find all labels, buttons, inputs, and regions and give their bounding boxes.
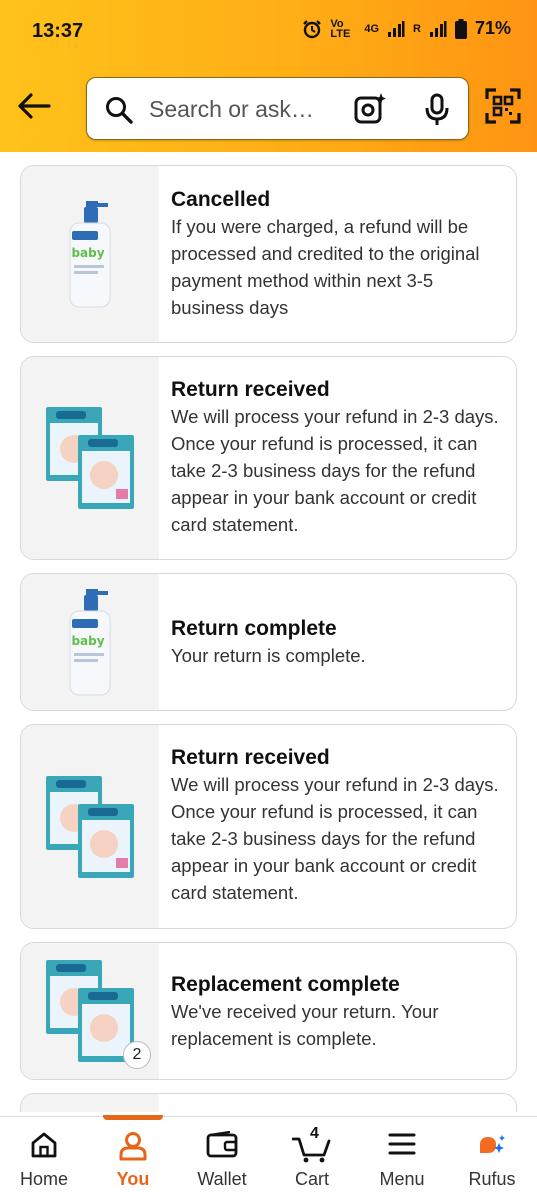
order-card[interactable]: baby Return complete Your return is comp… (20, 573, 517, 711)
nav-cart[interactable]: 4 Cart (268, 1117, 356, 1200)
product-image: baby (21, 166, 159, 342)
card-content: Return received We will process your ref… (171, 377, 504, 538)
rufus-icon (480, 1135, 505, 1153)
order-card[interactable]: baby Cancelled If you were charged, a re… (20, 165, 517, 343)
card-content: Replacement complete We've received your… (171, 972, 504, 1052)
cart-count: 4 (310, 1125, 319, 1142)
menu-icon (388, 1133, 416, 1155)
home-icon (31, 1132, 57, 1158)
roaming-label: R (413, 22, 421, 35)
returns-list: baby Cancelled If you were charged, a re… (0, 152, 537, 1112)
wallet-icon (206, 1131, 238, 1158)
microphone-icon[interactable] (424, 93, 450, 127)
moisturizer-bottle-image: baby (69, 589, 111, 696)
nav-label: Rufus (468, 1169, 516, 1189)
card-content: Return received We will process your ref… (171, 745, 504, 906)
search-input[interactable]: Search or ask… (149, 96, 314, 123)
network-4g-label: 4G (364, 22, 380, 35)
nav-you[interactable]: You (89, 1117, 177, 1200)
product-image (21, 357, 159, 559)
battery-percent: 71% (474, 18, 511, 38)
status-time: 13:37 (32, 20, 84, 42)
search-box[interactable]: Search or ask… (86, 77, 469, 140)
diaper-boxes-image (46, 775, 134, 878)
card-title: Cancelled (171, 188, 271, 211)
user-icon (119, 1132, 147, 1161)
quantity-badge: 2 (123, 1041, 151, 1069)
status-icons: Vo LTE 4G R 71% (302, 18, 511, 39)
camera-lens-icon[interactable] (353, 92, 387, 126)
card-title: Return complete (171, 617, 337, 640)
signal-icon (388, 20, 405, 37)
order-card[interactable]: Return received We will process your ref… (20, 356, 517, 560)
card-text: We will process your refund in 2-3 days.… (171, 406, 499, 535)
diaper-boxes-image (46, 407, 134, 509)
card-content: Cancelled If you were charged, a refund … (171, 187, 504, 321)
svg-text:baby: baby (71, 246, 104, 260)
status-bar: 13:37 Vo LTE 4G R 71% (0, 0, 537, 64)
nav-label: Cart (294, 1169, 329, 1189)
alarm-icon (303, 19, 322, 38)
nav-label: You (116, 1169, 150, 1189)
nav-label: Home (19, 1169, 68, 1189)
volte-label: Vo LTE (330, 17, 351, 40)
app-header: 13:37 Vo LTE 4G R 71% Search or ask… (0, 0, 537, 152)
order-card[interactable]: Return received We will process your ref… (20, 724, 517, 929)
nav-rufus[interactable]: Rufus (448, 1117, 536, 1200)
product-image: 2 (21, 943, 159, 1079)
nav-label: Wallet (197, 1169, 247, 1189)
moisturizer-bottle-image: baby (69, 201, 111, 308)
svg-text:baby: baby (71, 634, 104, 648)
product-image (21, 1094, 159, 1112)
product-image: baby (21, 574, 159, 710)
nav-label: Menu (379, 1169, 425, 1189)
bottom-navigation: Home You Wallet 4 Cart Menu Rufus (0, 1115, 537, 1200)
card-text: If you were charged, a refund will be pr… (171, 216, 480, 318)
card-text: Your return is complete. (171, 645, 366, 666)
card-title: Return received (171, 746, 330, 769)
nav-home[interactable]: Home (0, 1117, 88, 1200)
qr-scan-icon[interactable] (485, 88, 521, 124)
signal-icon-2 (429, 20, 447, 37)
order-card-partial[interactable] (20, 1093, 517, 1112)
back-arrow-icon (18, 93, 51, 119)
card-content: Return complete Your return is complete. (171, 616, 504, 669)
back-button[interactable] (16, 88, 52, 124)
nav-wallet[interactable]: Wallet (178, 1117, 266, 1200)
card-text: We will process your refund in 2-3 days.… (171, 774, 499, 903)
nav-menu[interactable]: Menu (358, 1117, 446, 1200)
card-title: Replacement complete (171, 973, 400, 996)
card-title: Return received (171, 378, 330, 401)
order-card[interactable]: 2 Replacement complete We've received yo… (20, 942, 517, 1080)
battery-icon (454, 18, 467, 39)
search-icon (106, 97, 133, 124)
card-text: We've received your return. Your replace… (171, 1001, 439, 1049)
product-image (21, 725, 159, 928)
